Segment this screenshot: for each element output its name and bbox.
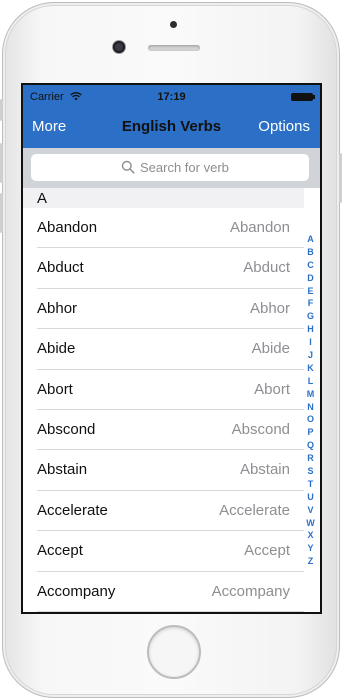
options-button[interactable]: Options xyxy=(258,118,310,135)
front-camera xyxy=(113,41,125,53)
index-letter[interactable]: O xyxy=(303,413,318,426)
verb-detail: Accept xyxy=(244,542,290,560)
index-letter[interactable]: C xyxy=(303,259,318,272)
search-placeholder: Search for verb xyxy=(140,160,229,175)
verb-label: Accompany xyxy=(37,582,116,600)
verb-label: Abstain xyxy=(37,461,88,479)
list-item[interactable]: Accompany Accompany xyxy=(23,572,304,612)
verb-detail: Abort xyxy=(254,380,290,398)
verb-label: Accept xyxy=(37,542,83,560)
list-item[interactable]: Abduct Abduct xyxy=(23,248,304,289)
index-letter[interactable]: W xyxy=(303,517,318,530)
index-letter[interactable]: A xyxy=(303,233,318,246)
list-item[interactable]: Abscond Abscond xyxy=(23,410,304,451)
verb-detail: Abandon xyxy=(229,219,290,236)
verb-detail: Abscond xyxy=(231,420,290,438)
index-letter[interactable]: U xyxy=(303,491,318,504)
index-letter[interactable]: H xyxy=(303,323,318,336)
section-letter: A xyxy=(37,190,48,207)
index-letter[interactable]: D xyxy=(303,272,318,285)
verb-label: Accelerate xyxy=(37,501,108,519)
home-button[interactable] xyxy=(147,625,201,679)
earpiece-speaker xyxy=(148,45,200,51)
index-letter[interactable]: P xyxy=(303,426,318,439)
verb-label: Abduct xyxy=(37,259,84,277)
volume-up-button xyxy=(0,143,3,183)
navigation-bar: Carrier 17:19 More English Verbs Options xyxy=(23,85,320,148)
mute-switch xyxy=(0,99,3,121)
index-letter[interactable]: X xyxy=(303,529,318,542)
index-letter[interactable]: M xyxy=(303,388,318,401)
index-letter[interactable]: I xyxy=(303,336,318,349)
index-letter[interactable]: S xyxy=(303,465,318,478)
verb-label: Abort xyxy=(37,380,73,398)
list-item[interactable]: Abandon Abandon xyxy=(23,208,304,249)
search-bar: Search for verb xyxy=(23,148,320,188)
index-letter[interactable]: Z xyxy=(303,555,318,568)
index-letter[interactable]: V xyxy=(303,504,318,517)
proximity-sensor xyxy=(170,21,177,28)
verb-detail: Accelerate xyxy=(219,501,290,519)
index-letter[interactable]: B xyxy=(303,246,318,259)
list-item[interactable]: Abort Abort xyxy=(23,370,304,410)
index-letter[interactable]: F xyxy=(303,297,318,310)
list-item[interactable]: Accelerate Accelerate xyxy=(23,491,304,532)
list-item[interactable]: Abide Abide xyxy=(23,329,304,370)
status-bar: Carrier 17:19 xyxy=(23,85,320,107)
battery-icon xyxy=(291,93,315,101)
search-icon xyxy=(121,160,135,174)
index-letter[interactable]: L xyxy=(303,375,318,388)
verb-detail: Accompany xyxy=(211,582,290,600)
verb-detail: Abduct xyxy=(243,259,290,277)
index-letter[interactable]: J xyxy=(303,349,318,362)
section-index[interactable]: ABCDEFGHIJKLMNOPQRSTUVWXYZ xyxy=(303,233,318,568)
status-time: 17:19 xyxy=(157,91,186,103)
verb-label: Abide xyxy=(37,340,76,358)
section-header: A xyxy=(23,188,304,208)
volume-down-button xyxy=(0,193,3,233)
index-letter[interactable]: K xyxy=(303,362,318,375)
search-input[interactable]: Search for verb xyxy=(31,154,309,181)
index-letter[interactable]: E xyxy=(303,285,318,298)
list-item[interactable]: Abhor Abhor xyxy=(23,289,304,330)
verb-label: Abandon xyxy=(37,219,98,236)
index-letter[interactable]: Y xyxy=(303,542,318,555)
index-letter[interactable]: R xyxy=(303,452,318,465)
list-item[interactable]: Abstain Abstain xyxy=(23,450,304,491)
verb-detail: Abide xyxy=(251,340,290,358)
index-letter[interactable]: N xyxy=(303,401,318,414)
verb-detail: Abstain xyxy=(239,461,290,479)
verb-list: Abandon Abandon Abduct Abduct Abhor Abhor Abid… xyxy=(23,208,304,612)
index-letter[interactable]: G xyxy=(303,310,318,323)
screen: Carrier 17:19 More English Verbs Options… xyxy=(21,83,322,614)
list-item[interactable]: Accept Accept xyxy=(23,531,304,572)
index-letter[interactable]: T xyxy=(303,478,318,491)
verb-label: Abscond xyxy=(37,420,96,438)
verb-detail: Abhor xyxy=(249,299,290,317)
index-letter[interactable]: Q xyxy=(303,439,318,452)
row-separator xyxy=(37,610,304,612)
verb-label: Abhor xyxy=(37,299,78,317)
